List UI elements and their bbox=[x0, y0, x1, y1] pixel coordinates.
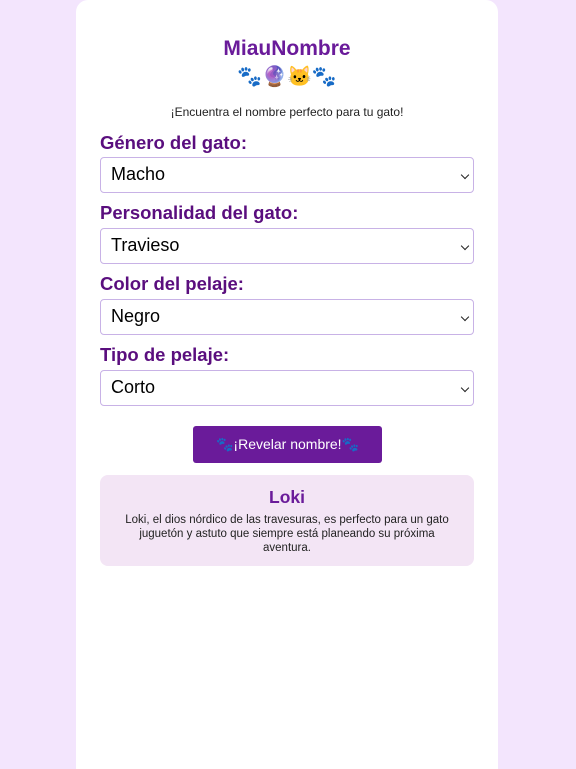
page-title: MiauNombre bbox=[223, 37, 351, 60]
gender-select[interactable]: Macho bbox=[100, 157, 474, 193]
color-label: Color del pelaje: bbox=[100, 273, 244, 294]
chevron-down-icon bbox=[460, 312, 470, 322]
color-select[interactable]: Negro bbox=[100, 299, 474, 335]
page-subtitle: ¡Encuentra el nombre perfecto para tu ga… bbox=[170, 105, 404, 119]
result-card: Loki Loki, el dios nórdico de las traves… bbox=[100, 475, 474, 566]
title-emoji-icons: 🐾🔮🐱🐾 bbox=[237, 66, 337, 88]
chevron-down-icon bbox=[460, 241, 470, 251]
fur-label: Tipo de pelaje: bbox=[100, 344, 230, 365]
fur-select[interactable]: Corto bbox=[100, 370, 474, 406]
chevron-down-icon bbox=[460, 383, 470, 393]
result-description: Loki, el dios nórdico de las travesuras,… bbox=[125, 514, 449, 554]
gender-select-value: Macho bbox=[111, 164, 166, 184]
personality-select[interactable]: Travieso bbox=[100, 228, 474, 264]
personality-select-value: Travieso bbox=[111, 235, 180, 255]
chevron-down-icon bbox=[460, 170, 470, 180]
fur-select-value: Corto bbox=[111, 377, 156, 397]
result-name: Loki bbox=[269, 487, 305, 507]
personality-label: Personalidad del gato: bbox=[100, 202, 299, 223]
color-select-value: Negro bbox=[111, 306, 161, 326]
reveal-name-button[interactable]: 🐾¡Revelar nombre!🐾 bbox=[193, 426, 382, 463]
gender-label: Género del gato: bbox=[100, 132, 247, 153]
main-card: MiauNombre 🐾🔮🐱🐾 ¡Encuentra el nombre per… bbox=[76, 0, 498, 769]
